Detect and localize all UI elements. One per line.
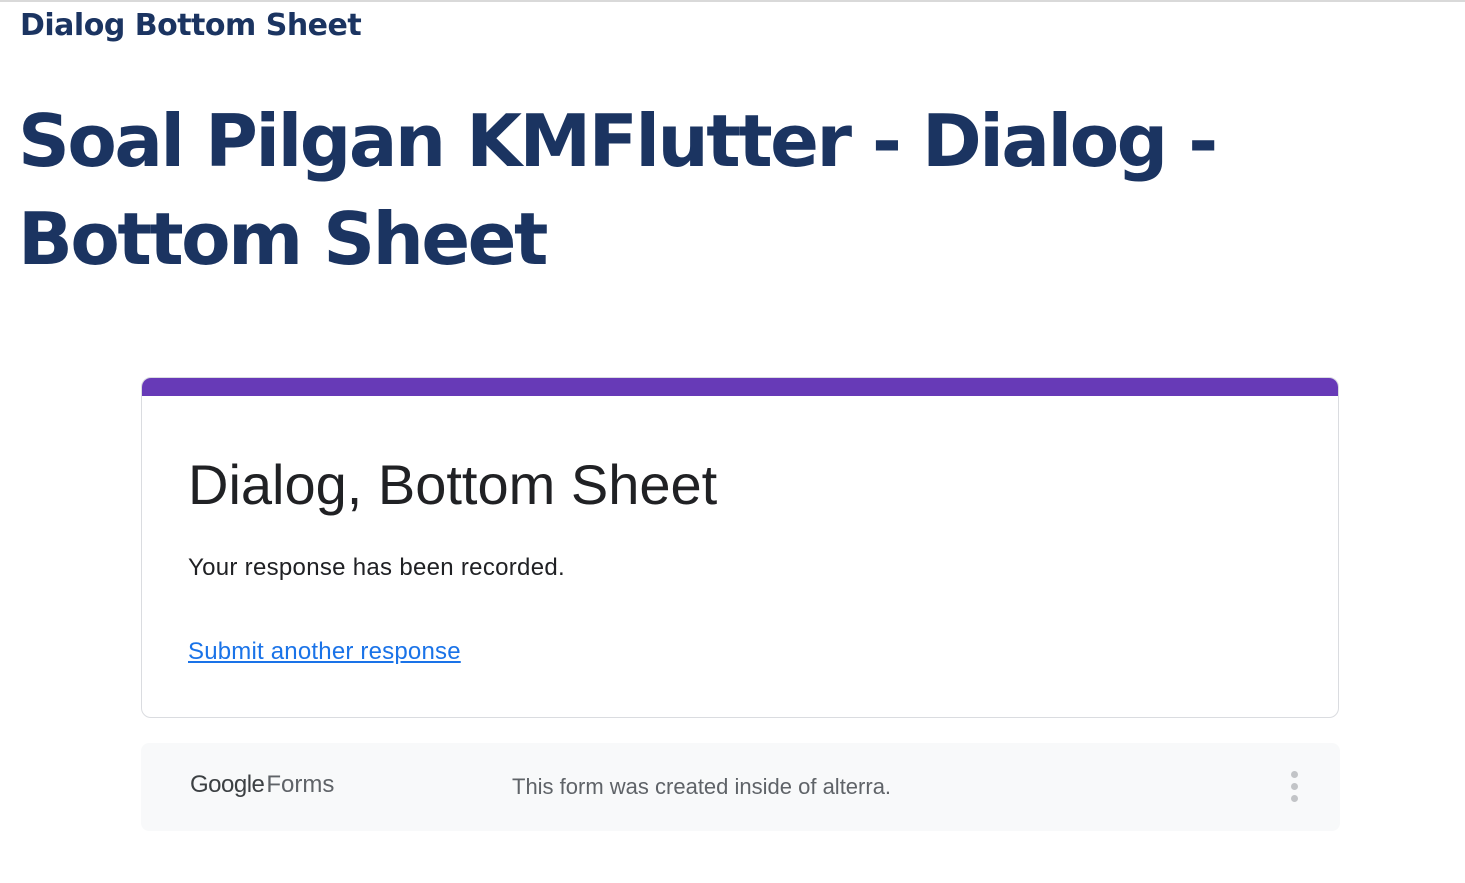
footer-note: This form was created inside of alterra. [512, 774, 892, 799]
google-forms-logo[interactable]: GoogleForms [190, 771, 334, 799]
form-title: Dialog, Bottom Sheet [188, 453, 718, 516]
top-divider [0, 0, 1465, 2]
brand-forms-text: Forms [266, 771, 335, 798]
response-confirmation-message: Your response has been recorded. [188, 554, 565, 581]
form-accent-bar [142, 378, 1338, 396]
brand-google-text: Google [190, 771, 265, 798]
form-footer: GoogleForms This form was created inside… [141, 743, 1340, 831]
submit-another-response-link[interactable]: Submit another response [188, 638, 461, 666]
site-title: Dialog Bottom Sheet [20, 8, 362, 43]
more-options-button[interactable] [1279, 765, 1311, 809]
page-title: Soal Pilgan KMFlutter - Dialog - Bottom … [18, 99, 1218, 281]
form-response-card: Dialog, Bottom Sheet Your response has b… [141, 377, 1339, 718]
